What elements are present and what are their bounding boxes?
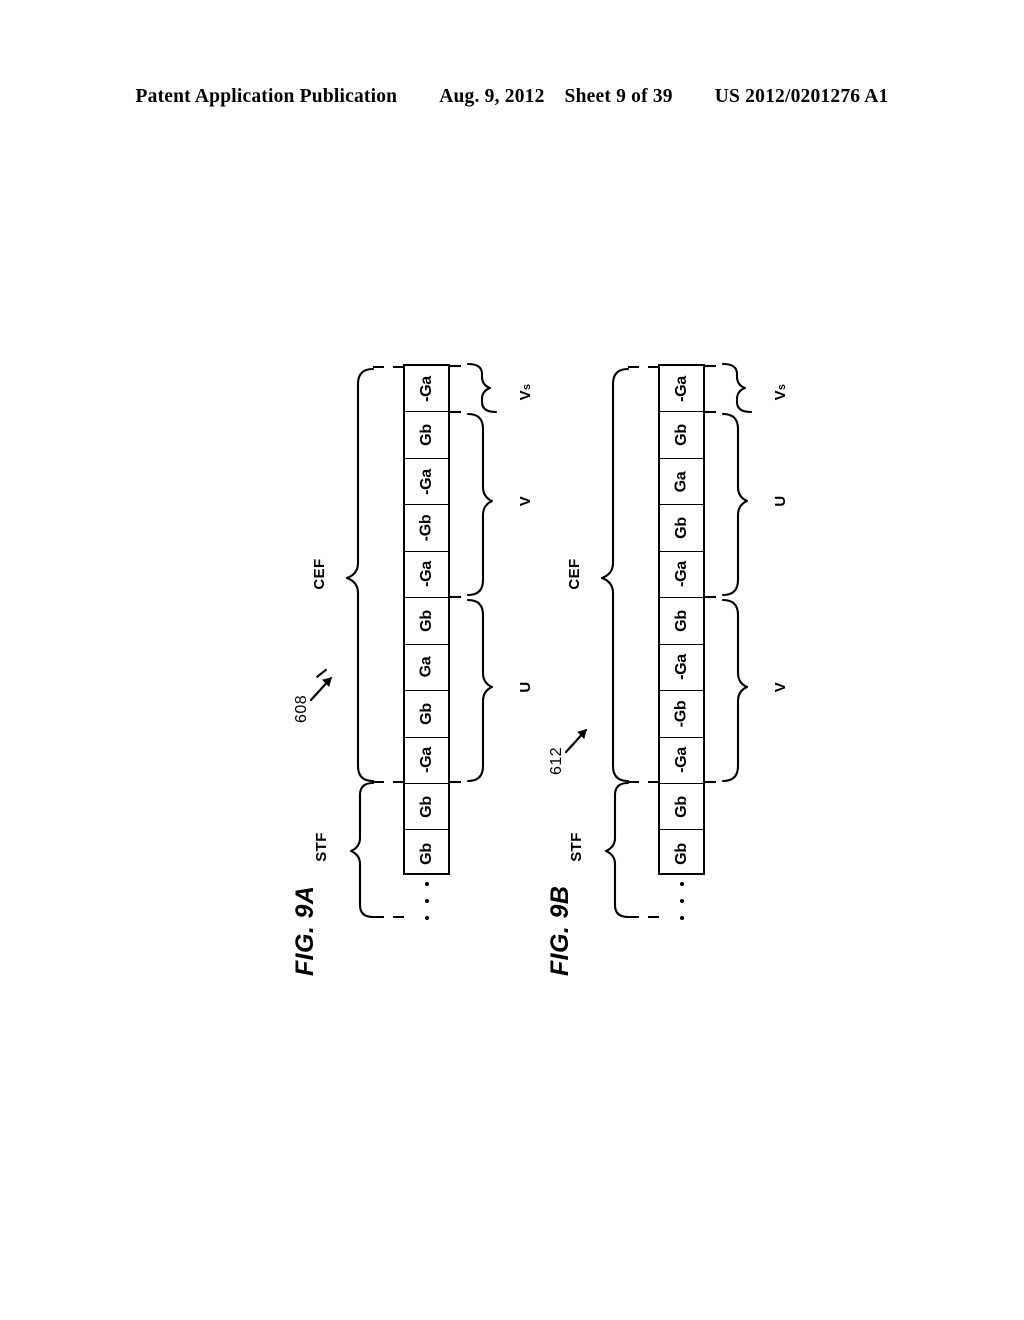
reference-numeral-612: 612 <box>548 746 565 775</box>
cell-label: -Gb <box>672 700 690 728</box>
cell[interactable]: Gb <box>405 412 448 459</box>
cell-column-9b: -Ga Gb Ga Gb -Ga Gb -Ga -Gb -Ga Gb Gb <box>658 364 705 875</box>
cell[interactable]: Gb <box>405 598 448 645</box>
cell-label: Gb <box>672 424 690 446</box>
cell-label: Ga <box>672 471 690 492</box>
cell[interactable]: -Ga <box>660 645 703 692</box>
cell-label: Gb <box>417 610 435 632</box>
dot <box>679 899 684 903</box>
cell[interactable]: Gb <box>405 830 448 876</box>
cell-label: Gb <box>417 842 435 865</box>
cell-label: Gb <box>417 424 435 446</box>
dot <box>679 882 684 886</box>
cell[interactable]: Gb <box>405 691 448 738</box>
figure-9b: -Ga Gb Ga Gb -Ga Gb -Ga -Gb -Ga Gb Gb CE… <box>510 0 810 1320</box>
cell-column-9a: -Ga Gb -Ga -Gb -Ga Gb Ga Gb -Ga Gb Gb <box>403 364 450 875</box>
cell[interactable]: -Gb <box>405 505 448 552</box>
brace-label-v: V <box>771 681 789 693</box>
brace-label-cef: CEF <box>565 558 583 590</box>
cell-label: Gb <box>417 702 435 725</box>
cell[interactable]: -Ga <box>405 738 448 784</box>
cell-label: -Ga <box>417 561 435 588</box>
cell-label: -Ga <box>672 654 690 681</box>
cell[interactable]: -Gb <box>660 691 703 738</box>
cell[interactable]: Gb <box>660 830 703 876</box>
cell-label: Gb <box>672 842 690 865</box>
cell[interactable]: -Ga <box>660 738 703 784</box>
cell[interactable]: Gb <box>660 784 703 831</box>
ellipsis-dots <box>658 882 705 920</box>
cell[interactable]: Ga <box>660 459 703 506</box>
cell-label: -Ga <box>672 375 690 402</box>
dot <box>424 882 429 886</box>
cell[interactable]: -Ga <box>660 552 703 599</box>
cell[interactable]: Gb <box>405 784 448 831</box>
brace-label-cef: CEF <box>310 558 328 590</box>
cell[interactable]: Gb <box>660 505 703 552</box>
figure-canvas: -Ga Gb -Ga -Gb -Ga Gb Ga Gb -Ga Gb Gb CE… <box>0 0 1024 1320</box>
cell-label: -Ga <box>672 561 690 588</box>
cell[interactable]: -Ga <box>405 366 448 413</box>
cell-label: -Gb <box>417 514 435 542</box>
figure-caption-9a: FIG. 9A <box>291 885 319 976</box>
brace-label-vs: Vs <box>771 383 789 401</box>
cell[interactable]: -Ga <box>660 366 703 413</box>
cell-label: -Ga <box>417 375 435 402</box>
dot <box>424 899 429 903</box>
cell-label: -Ga <box>417 747 435 774</box>
figure-caption-9b: FIG. 9B <box>546 885 574 976</box>
cell-label: Gb <box>672 795 690 818</box>
cell[interactable]: Gb <box>660 412 703 459</box>
brace-label-u: U <box>771 495 789 507</box>
dot <box>679 916 684 920</box>
reference-numeral-608: 608 <box>293 694 310 723</box>
cell-label: Gb <box>417 795 435 818</box>
cell-label: Gb <box>672 610 690 632</box>
cell-label: -Ga <box>672 747 690 774</box>
cell-label: Ga <box>417 656 435 678</box>
cell[interactable]: -Ga <box>405 459 448 506</box>
cell-label: Gb <box>672 517 690 539</box>
cell[interactable]: -Ga <box>405 552 448 599</box>
cell[interactable]: Ga <box>405 645 448 692</box>
cell-label: -Ga <box>417 468 435 495</box>
cell[interactable]: Gb <box>660 598 703 645</box>
dot <box>424 916 429 920</box>
ellipsis-dots <box>403 882 450 920</box>
